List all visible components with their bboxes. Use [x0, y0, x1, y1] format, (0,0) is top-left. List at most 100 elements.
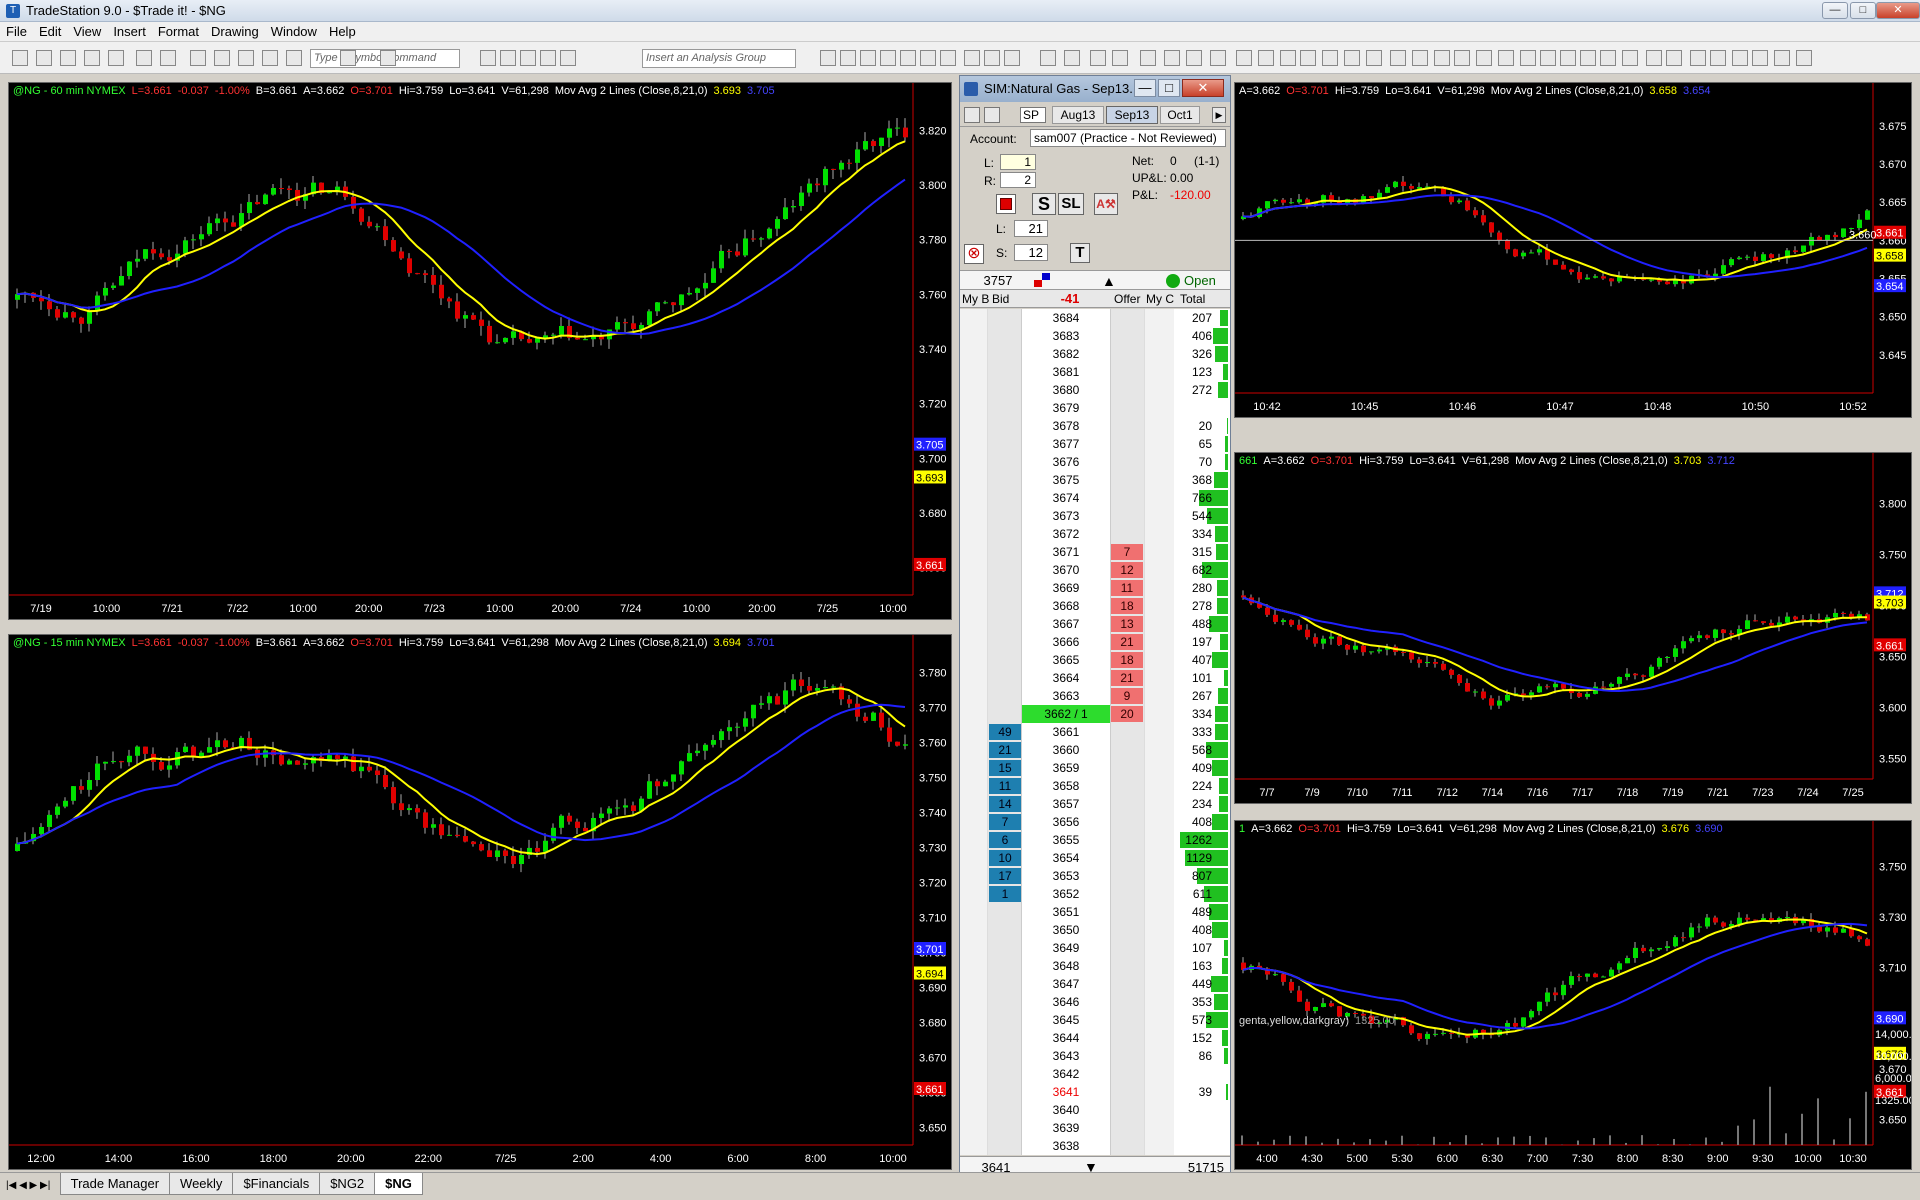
ladder-row[interactable]: 3680 272	[960, 381, 1230, 399]
ladder-price[interactable]: 3663	[1022, 687, 1110, 705]
ladder-row[interactable]: 3653 17 807	[960, 867, 1230, 885]
r-qty-input[interactable]: 2	[1000, 172, 1036, 188]
ladder-row[interactable]: 3677 65	[960, 435, 1230, 453]
toolbar-tool-icon[interactable]	[1774, 50, 1790, 66]
ladder-row[interactable]: 3670 12 682	[960, 561, 1230, 579]
ladder-row[interactable]: 3673 544	[960, 507, 1230, 525]
ladder-row[interactable]: 3658 11 224	[960, 777, 1230, 795]
toolbar-tool-icon[interactable]	[1752, 50, 1768, 66]
toolbar-tool-icon[interactable]	[84, 50, 100, 66]
toolbar-tool-icon[interactable]	[136, 50, 152, 66]
ladder-price[interactable]: 3676	[1022, 453, 1110, 471]
ladder-price[interactable]: 3640	[1022, 1101, 1110, 1119]
chart-tick[interactable]: A=3.662 O=3.701 Hi=3.759 Lo=3.641 V=61,298 Mo…	[1234, 82, 1912, 418]
menu-edit[interactable]: Edit	[33, 22, 67, 41]
toolbar-tool-icon[interactable]	[1258, 50, 1274, 66]
ladder-price[interactable]: 3644	[1022, 1029, 1110, 1047]
chart-plot[interactable]: 3.780 3.770 3.760 3.750 3.740 3.730 3.720 3.710…	[9, 635, 951, 1169]
toolbar-tool-icon[interactable]	[1498, 50, 1514, 66]
ladder-price[interactable]: 3668	[1022, 597, 1110, 615]
ladder-price[interactable]: 3679	[1022, 399, 1110, 417]
ladder-bid-size[interactable]: 11	[989, 778, 1021, 794]
toolbar-tool-icon[interactable]	[380, 50, 396, 66]
ladder-row[interactable]: 3664 21 101	[960, 669, 1230, 687]
ladder-offer-size[interactable]: 21	[1111, 670, 1143, 686]
ladder-row[interactable]: 3678 20	[960, 417, 1230, 435]
toolbar-tool-icon[interactable]	[1476, 50, 1492, 66]
ladder-row[interactable]: 3660 21 568	[960, 741, 1230, 759]
ladder-offer-size[interactable]: 18	[1111, 598, 1143, 614]
ladder-price[interactable]: 3675	[1022, 471, 1110, 489]
chart-volume[interactable]: 1 A=3.662 O=3.701 Hi=3.759 Lo=3.641 V=61,298 M…	[1234, 820, 1912, 1170]
menu-drawing[interactable]: Drawing	[205, 22, 265, 41]
toolbar-tool-icon[interactable]	[520, 50, 536, 66]
contract-tab-sep13[interactable]: Sep13	[1106, 106, 1158, 124]
ladder-price[interactable]: 3642	[1022, 1065, 1110, 1083]
ladder-row[interactable]: 3640	[960, 1101, 1230, 1119]
ladder-price[interactable]: 3655	[1022, 831, 1110, 849]
ladder-bid-size[interactable]: 10	[989, 850, 1021, 866]
toolbar-tool-icon[interactable]	[238, 50, 254, 66]
menu-format[interactable]: Format	[152, 22, 205, 41]
ladder-row[interactable]: 3641 39	[960, 1083, 1230, 1101]
tab-trademanager[interactable]: Trade Manager	[59, 1173, 171, 1195]
menu-insert[interactable]: Insert	[107, 22, 152, 41]
toolbar-tool-icon[interactable]	[1540, 50, 1556, 66]
toolbar-tool-icon[interactable]	[1366, 50, 1382, 66]
scroll-up-arrow[interactable]: ▲	[1102, 274, 1116, 288]
ladder-price[interactable]: 3651	[1022, 903, 1110, 921]
ladder-row[interactable]: 3651 489	[960, 903, 1230, 921]
ladder-row[interactable]: 3683 406	[960, 327, 1230, 345]
contract-next-arrow[interactable]: ▶	[1212, 107, 1226, 123]
ladder-offer-size[interactable]: 20	[1111, 706, 1143, 722]
toolbar-tool-icon[interactable]	[1390, 50, 1406, 66]
toolbar-tool-icon[interactable]	[1732, 50, 1748, 66]
chart-plot[interactable]: 3.7503.7303.7103.6903.6703.6504:004:305:…	[1235, 821, 1911, 1169]
ladder-row[interactable]: 3646 353	[960, 993, 1230, 1011]
ladder-row[interactable]: 3681 123	[960, 363, 1230, 381]
ladder-price[interactable]: 3678	[1022, 417, 1110, 435]
ladder-bid-size[interactable]: 1	[989, 886, 1021, 902]
dom-symbol[interactable]: SP	[1020, 107, 1046, 123]
ladder-row[interactable]: 3672 334	[960, 525, 1230, 543]
ladder-offer-size[interactable]: 7	[1111, 544, 1143, 560]
ladder-price[interactable]: 3674	[1022, 489, 1110, 507]
chart-60min[interactable]: @NG - 60 min NYMEX L=3.661 -0.037 -1.00% B=3…	[8, 82, 952, 620]
menu-help[interactable]: Help	[323, 22, 362, 41]
toolbar-tool-icon[interactable]	[1112, 50, 1128, 66]
ladder-price[interactable]: 3645	[1022, 1011, 1110, 1029]
ladder-price[interactable]: 3669	[1022, 579, 1110, 597]
toolbar-tool-icon[interactable]	[1064, 50, 1080, 66]
toolbar-tool-icon[interactable]	[1560, 50, 1576, 66]
ladder-bid-size[interactable]: 21	[989, 742, 1021, 758]
toolbar-tool-icon[interactable]	[190, 50, 206, 66]
ladder-price[interactable]: 3638	[1022, 1137, 1110, 1155]
toolbar-tool-icon[interactable]	[1090, 50, 1106, 66]
sl-button[interactable]: SL	[1058, 193, 1084, 215]
auto-exit-icon[interactable]: A⚒	[1094, 193, 1118, 215]
ladder-bid-size[interactable]: 49	[989, 724, 1021, 740]
tab-weekly[interactable]: Weekly	[169, 1173, 234, 1195]
dom-link-icon[interactable]	[984, 107, 1000, 123]
dom-close-button[interactable]: ✕	[1182, 79, 1224, 97]
ladder-price[interactable]: 3682	[1022, 345, 1110, 363]
ladder-offer-size[interactable]: 11	[1111, 580, 1143, 596]
ladder-row[interactable]: 3661 49 333	[960, 723, 1230, 741]
toolbar-tool-icon[interactable]	[1412, 50, 1428, 66]
ladder-row[interactable]: 3645 573	[960, 1011, 1230, 1029]
toolbar-tool-icon[interactable]	[1164, 50, 1180, 66]
ladder-row[interactable]: 3662 / 1 20 334	[960, 705, 1230, 723]
toolbar-tool-icon[interactable]	[820, 50, 836, 66]
ladder-row[interactable]: 3657 14 234	[960, 795, 1230, 813]
toolbar-tool-icon[interactable]	[920, 50, 936, 66]
ladder-price[interactable]: 3684	[1022, 309, 1110, 327]
ladder-price[interactable]: 3643	[1022, 1047, 1110, 1065]
l2-input[interactable]: 21	[1014, 220, 1048, 237]
toolbar-tool-icon[interactable]	[214, 50, 230, 66]
close-button[interactable]: ✕	[1876, 2, 1920, 19]
ladder-price[interactable]: 3672	[1022, 525, 1110, 543]
ladder-row[interactable]: 3650 408	[960, 921, 1230, 939]
toolbar-tool-icon[interactable]	[1666, 50, 1682, 66]
toolbar-tool-icon[interactable]	[286, 50, 302, 66]
toolbar-tool-icon[interactable]	[560, 50, 576, 66]
